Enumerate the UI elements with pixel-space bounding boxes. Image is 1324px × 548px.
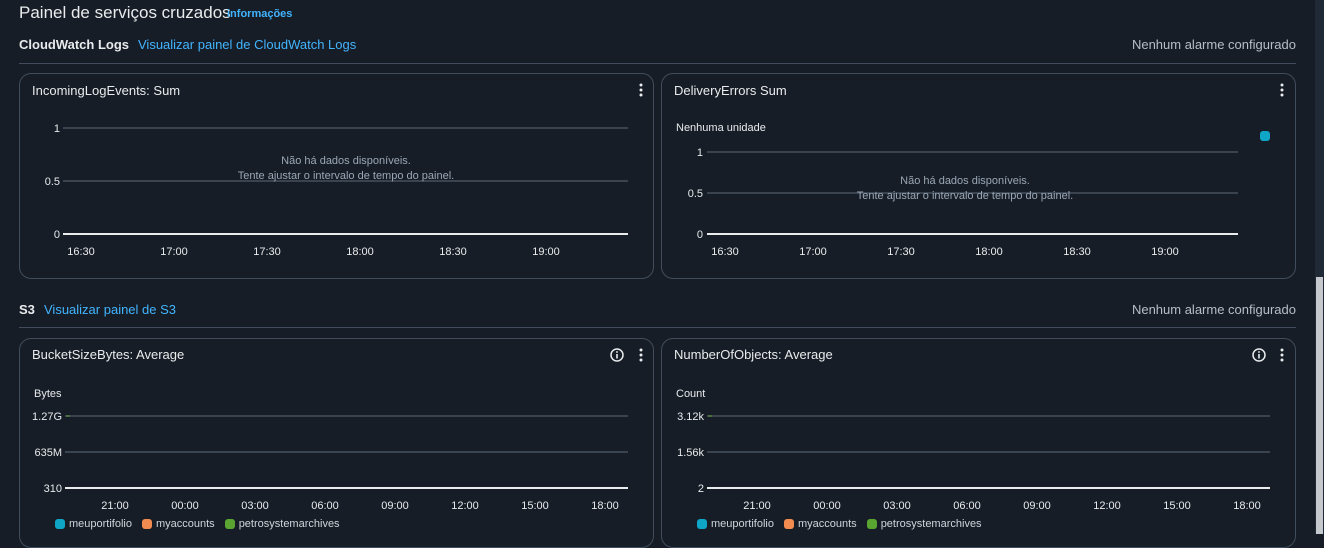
legend-item[interactable]: meuportifolio [55, 518, 132, 530]
legend-item[interactable]: petrosystemarchives [866, 518, 982, 530]
info-link[interactable]: informações [227, 8, 292, 20]
legend-label: petrosystemarchives [880, 518, 982, 530]
y-tick-label: 1 [54, 123, 60, 135]
y-axis-unit-label: Count [676, 388, 705, 400]
x-tick-label: 12:00 [451, 500, 479, 512]
y-tick-label: 2 [698, 483, 704, 495]
x-tick-label: 09:00 [1023, 500, 1051, 512]
x-tick-label: 15:00 [521, 500, 549, 512]
y-axis-unit-label: Nenhuma unidade [676, 122, 766, 134]
no-data-message: Não há dados disponíveis. [281, 155, 411, 167]
y-tick-label: 1.27G [32, 411, 62, 423]
alarm-status-s3: Nenhum alarme configurado [1131, 302, 1296, 317]
legend-swatch [866, 519, 877, 529]
no-data-hint: Tente ajustar o intervalo de tempo do pa… [857, 190, 1073, 202]
x-tick-label: 15:00 [1163, 500, 1191, 512]
view-cloudwatch-logs-dashboard-link[interactable]: Visualizar painel de CloudWatch Logs [138, 37, 356, 52]
y-tick-label: 635M [34, 447, 62, 459]
x-tick-label: 16:30 [711, 246, 739, 258]
x-tick-label: 03:00 [883, 500, 911, 512]
legend-item[interactable]: myaccounts [141, 518, 215, 530]
chart-delivery-errors: Nenhuma unidade 1 0.5 0 16:30 17:00 17:3… [676, 122, 1238, 258]
chart-number-of-objects: Count 3.12k 1.56k 2 21:00 00:00 03:00 06… [676, 388, 1270, 512]
legend-label: meuportifolio [69, 518, 132, 530]
x-tick-label: 00:00 [813, 500, 841, 512]
legend-label: meuportifolio [711, 518, 774, 530]
legend-swatch [224, 519, 235, 529]
legend-item[interactable]: meuportifolio [697, 518, 774, 530]
x-tick-label: 21:00 [743, 500, 771, 512]
x-tick-label: 17:30 [887, 246, 915, 258]
legend-item[interactable]: petrosystemarchives [224, 518, 340, 530]
y-tick-label: 0.5 [688, 188, 703, 200]
x-tick-label: 18:30 [439, 246, 467, 258]
section-divider [19, 327, 1296, 328]
x-tick-label: 12:00 [1093, 500, 1121, 512]
no-data-message: Não há dados disponíveis. [900, 175, 1030, 187]
y-tick-label: 0 [54, 229, 60, 241]
x-tick-label: 00:00 [171, 500, 199, 512]
alarm-status-cloudwatch: Nenhum alarme configurado [1131, 37, 1296, 52]
chart-incoming-log-events: 1 0.5 0 16:30 17:00 17:30 18:00 18:30 19… [45, 123, 628, 258]
x-tick-label: 18:00 [1233, 500, 1261, 512]
y-tick-label: 0.5 [45, 176, 60, 188]
chart-legend: meuportifolio myaccounts petrosystemarch… [697, 518, 982, 530]
x-tick-label: 18:00 [346, 246, 374, 258]
legend-swatch [783, 519, 794, 529]
x-tick-label: 09:00 [381, 500, 409, 512]
x-tick-label: 17:00 [799, 246, 827, 258]
widget-number-of-objects: NumberOfObjects: Average Count 3.12k 1.5… [661, 338, 1296, 548]
page-title: Painel de serviços cruzados [19, 3, 231, 22]
section-divider [19, 63, 1296, 64]
y-tick-label: 1 [697, 147, 703, 159]
scrollbar-thumb[interactable] [1316, 277, 1323, 534]
widget-bucket-size-bytes: BucketSizeBytes: Average Bytes 1.27G 635… [19, 338, 654, 548]
y-tick-label: 310 [44, 483, 62, 495]
x-tick-label: 17:00 [160, 246, 188, 258]
legend-item[interactable]: myaccounts [783, 518, 857, 530]
y-tick-label: 0 [697, 229, 703, 241]
y-tick-label: 1.56k [677, 447, 704, 459]
x-tick-label: 17:30 [253, 246, 281, 258]
x-tick-label: 18:00 [591, 500, 619, 512]
legend-swatch [55, 519, 65, 529]
x-tick-label: 16:30 [67, 246, 95, 258]
chart-bucket-size-bytes: Bytes 1.27G 635M 310 21:00 00:00 03:00 0… [32, 388, 628, 512]
legend-swatch [141, 519, 152, 529]
widget-incoming-log-events: IncomingLogEvents: Sum 1 0.5 0 16:30 17:… [19, 73, 654, 279]
y-tick-label: 3.12k [677, 411, 704, 423]
x-tick-label: 21:00 [101, 500, 129, 512]
legend-label: petrosystemarchives [238, 518, 340, 530]
x-tick-label: 19:00 [532, 246, 560, 258]
legend-swatch [697, 519, 707, 529]
chart-legend: meuportifolio myaccounts petrosystemarch… [55, 518, 340, 530]
x-tick-label: 03:00 [241, 500, 269, 512]
view-s3-dashboard-link[interactable]: Visualizar painel de S3 [44, 302, 176, 317]
x-tick-label: 06:00 [953, 500, 981, 512]
section-title-cloudwatch-logs: CloudWatch Logs [19, 37, 130, 52]
y-axis-unit-label: Bytes [34, 388, 62, 400]
legend-label: myaccounts [155, 518, 215, 530]
x-tick-label: 06:00 [311, 500, 339, 512]
legend-label: myaccounts [797, 518, 857, 530]
no-data-hint: Tente ajustar o intervalo de tempo do pa… [238, 170, 454, 182]
section-title-s3: S3 [19, 302, 35, 317]
widget-delivery-errors: DeliveryErrors Sum Nenhuma unidade 1 0.5… [661, 73, 1296, 279]
x-tick-label: 18:30 [1063, 246, 1091, 258]
x-tick-label: 19:00 [1151, 246, 1179, 258]
x-tick-label: 18:00 [975, 246, 1003, 258]
